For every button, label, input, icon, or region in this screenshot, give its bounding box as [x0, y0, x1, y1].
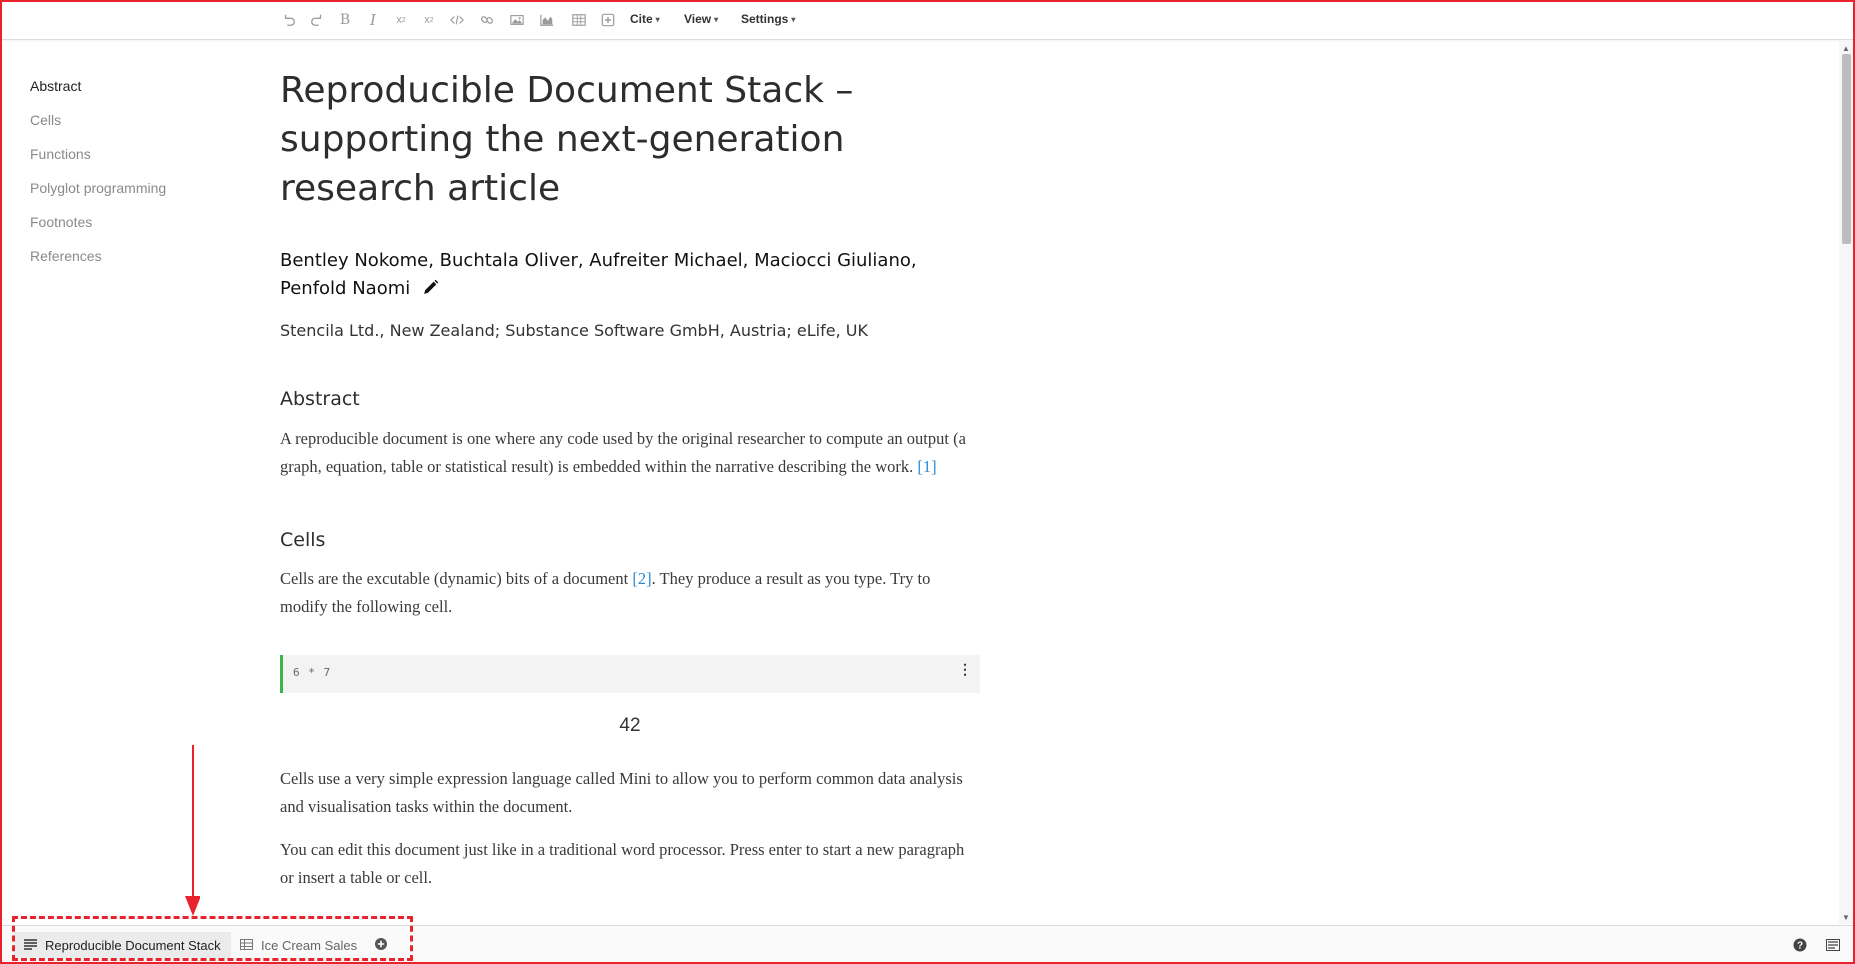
- toc-item-abstract[interactable]: Abstract: [30, 76, 230, 110]
- cell-output: 42: [619, 715, 641, 736]
- chevron-down-icon: ▾: [714, 14, 719, 24]
- document-title[interactable]: Reproducible Document Stack – supporting…: [280, 66, 980, 213]
- abstract-text: A reproducible document is one where any…: [280, 429, 966, 476]
- view-menu-label: View: [684, 12, 712, 26]
- scrollbar[interactable]: ▲ ▼: [1839, 40, 1853, 924]
- cells-heading[interactable]: Cells: [280, 529, 980, 551]
- bold-icon[interactable]: B: [334, 10, 356, 30]
- abstract-heading[interactable]: Abstract: [280, 388, 980, 410]
- tab-reproducible-document-stack[interactable]: Reproducible Document Stack: [14, 932, 231, 958]
- authors-line[interactable]: Bentley Nokome, Buchtala Oliver, Aufreit…: [280, 247, 980, 305]
- citation-link[interactable]: [1]: [917, 457, 936, 476]
- annotation-arrow: [185, 745, 200, 916]
- document-body[interactable]: Reproducible Document Stack – supporting…: [280, 60, 980, 892]
- cells-text-start: Cells are the excutable (dynamic) bits o…: [280, 569, 629, 588]
- sheet-icon: [240, 938, 253, 953]
- affiliations[interactable]: Stencila Ltd., New Zealand; Substance So…: [280, 321, 980, 340]
- image-icon[interactable]: [506, 10, 528, 30]
- cite-menu-label: Cite: [630, 12, 653, 26]
- settings-menu-label: Settings: [741, 12, 789, 26]
- undo-icon[interactable]: [278, 10, 300, 30]
- pencil-icon[interactable]: [422, 277, 439, 305]
- code-icon[interactable]: [446, 10, 468, 30]
- citation-link[interactable]: [2]: [632, 569, 651, 588]
- toc-item-functions[interactable]: Functions: [30, 144, 230, 178]
- code-cell[interactable]: 6 * 7 ⋮: [280, 655, 980, 693]
- chevron-down-icon: ▾: [791, 14, 796, 24]
- insert-cell-icon[interactable]: [597, 10, 619, 30]
- toc-item-polyglot-programming[interactable]: Polyglot programming: [30, 178, 230, 212]
- svg-text:?: ?: [1797, 941, 1803, 952]
- toc-item-cells[interactable]: Cells: [30, 110, 230, 144]
- cells-paragraph[interactable]: Cells are the excutable (dynamic) bits o…: [280, 565, 980, 621]
- toolbar: B I x2 x2 Cite ▾ View ▾ Settings ▾: [2, 2, 1853, 40]
- abstract-paragraph[interactable]: A reproducible document is one where any…: [280, 425, 980, 481]
- mini-paragraph[interactable]: Cells use a very simple expression langu…: [280, 765, 980, 821]
- toc-item-references[interactable]: References: [30, 246, 230, 280]
- link-icon[interactable]: [476, 10, 498, 30]
- chart-icon[interactable]: [536, 10, 558, 30]
- toc-item-footnotes[interactable]: Footnotes: [30, 212, 230, 246]
- document-icon: [24, 938, 37, 953]
- superscript-icon[interactable]: x2: [418, 10, 440, 30]
- table-icon[interactable]: [568, 10, 590, 30]
- scroll-up-icon[interactable]: ▲: [1842, 44, 1850, 53]
- redo-icon[interactable]: [306, 10, 328, 30]
- cell-menu-icon[interactable]: ⋮: [958, 661, 972, 678]
- bottom-bar: Reproducible Document Stack Ice Cream Sa…: [2, 925, 1853, 962]
- authors-text: Bentley Nokome, Buchtala Oliver, Aufreit…: [280, 250, 917, 299]
- cite-menu[interactable]: Cite ▾: [630, 12, 660, 26]
- italic-icon[interactable]: I: [362, 10, 384, 30]
- scrollbar-thumb[interactable]: [1842, 54, 1851, 244]
- panel-icon[interactable]: [1826, 938, 1840, 951]
- tab-label: Ice Cream Sales: [261, 937, 358, 953]
- settings-menu[interactable]: Settings ▾: [741, 12, 795, 26]
- edit-paragraph[interactable]: You can edit this document just like in …: [280, 836, 980, 892]
- tab-ice-cream-sales[interactable]: Ice Cream Sales: [230, 932, 367, 958]
- cell-code-input[interactable]: 6 * 7: [293, 666, 331, 679]
- tab-label: Reproducible Document Stack: [45, 937, 221, 953]
- view-menu[interactable]: View ▾: [684, 12, 718, 26]
- chevron-down-icon: ▾: [655, 14, 660, 24]
- table-of-contents: Abstract Cells Functions Polyglot progra…: [30, 76, 230, 280]
- subscript-icon[interactable]: x2: [390, 10, 412, 30]
- add-icon[interactable]: [374, 937, 388, 951]
- help-icon[interactable]: ?: [1793, 938, 1807, 952]
- scroll-down-icon[interactable]: ▼: [1842, 913, 1850, 922]
